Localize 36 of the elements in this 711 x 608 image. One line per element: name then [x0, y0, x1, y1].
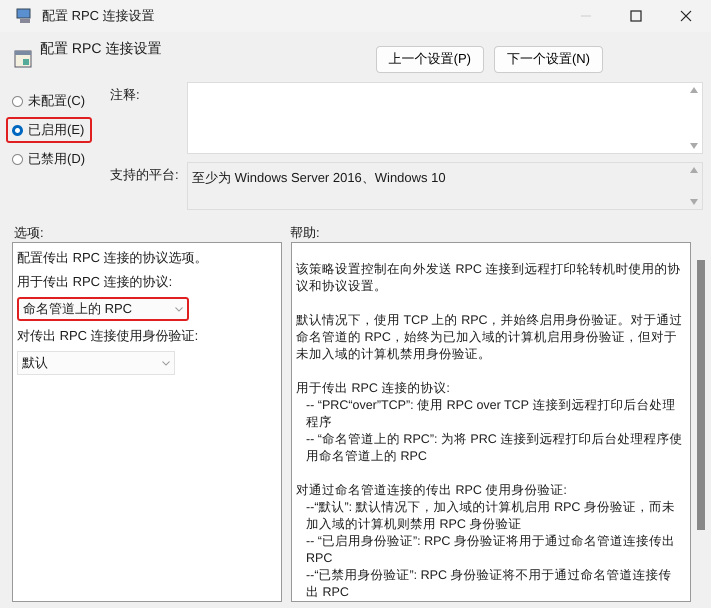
- help-paragraph: 对通过命名管道连接的传出 RPC 使用身份验证:: [296, 482, 568, 499]
- options-description: 配置传出 RPC 连接的协议选项。: [17, 249, 209, 267]
- help-item: -- “已启用身份验证”: RPC 身份验证将用于通过命名管道连接传出 RPC: [305, 533, 676, 567]
- scroll-down-icon[interactable]: [690, 143, 698, 149]
- help-paragraph: 用于传出 RPC 连接的协议:: [296, 380, 451, 397]
- chevron-down-icon: [175, 306, 183, 312]
- help-item: --“默认”: 默认情况下，加入域的计算机启用 RPC 身份验证，而未加入域的计算机则禁用 RPC 身份验证: [305, 499, 676, 533]
- help-label: 帮助:: [290, 224, 320, 242]
- field-label: 用于传出 RPC 连接的协议:: [17, 273, 174, 291]
- policy-title: 配置 RPC 连接设置: [40, 40, 162, 58]
- radio-option[interactable]: 已禁用(D): [6, 146, 94, 172]
- window-title: 配置 RPC 连接设置: [42, 7, 155, 25]
- dropdown[interactable]: 默认: [17, 351, 175, 375]
- help-item: -- “命名管道上的 RPC”: 为将 PRC 连接到远程打印后台处理程序使用命名管道上的 RPC: [305, 431, 684, 465]
- dropdown[interactable]: 命名管道上的 RPC: [17, 297, 189, 321]
- maximize-icon[interactable]: [630, 10, 642, 22]
- platform-label: 支持的平台:: [110, 166, 180, 184]
- options-label: 选项:: [14, 224, 45, 242]
- scroll-up-icon[interactable]: [690, 87, 698, 93]
- radio-option[interactable]: 未配置(C): [6, 88, 94, 114]
- field-label: 对传出 RPC 连接使用身份验证:: [17, 327, 200, 345]
- help-paragraph: 默认情况下，使用 TCP 上的 RPC，并始终启用身份验证。对于通过命名管道的 RPC，始终为已加入域的计算机启用身份验证，但对于未加入域的计算机禁用身份验证。: [296, 312, 684, 363]
- scroll-down-icon[interactable]: [690, 199, 698, 205]
- scroll-up-icon[interactable]: [690, 167, 698, 173]
- platform-field: 至少为 Windows Server 2016、Windows 10: [187, 162, 703, 210]
- close-icon[interactable]: [680, 10, 692, 22]
- help-paragraph: 该策略设置控制在向外发送 RPC 连接到远程打印轮转机时使用的协议和协议设置。: [296, 261, 682, 295]
- navigation-button[interactable]: 下一个设置(N): [494, 46, 603, 72]
- radio-option[interactable]: 已启用(E): [6, 117, 92, 143]
- comment-label: 注释:: [110, 86, 141, 104]
- help-item: -- “PRC“over”TCP”: 使用 RPC over TCP 连接到远程打印后台处理程序: [305, 397, 676, 431]
- settings-page-icon: [14, 50, 32, 68]
- comment-field[interactable]: [187, 82, 703, 154]
- help-item: --“已禁用身份验证”: RPC 身份验证将不用于通过命名管道连接传出 RPC: [305, 567, 672, 601]
- chevron-down-icon: [162, 360, 170, 366]
- navigation-button[interactable]: 上一个设置(P): [376, 46, 484, 72]
